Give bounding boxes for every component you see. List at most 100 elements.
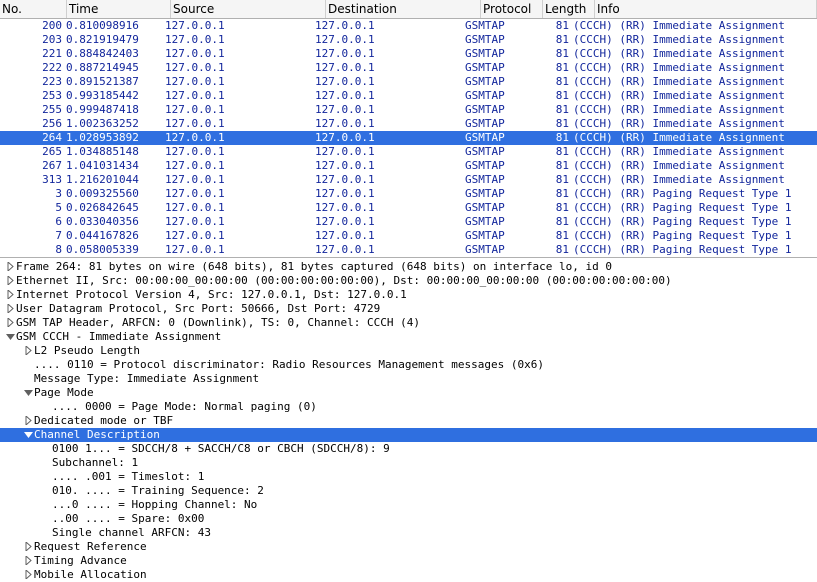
tree-item[interactable]: Timing Advance [0, 554, 817, 568]
tree-item-label: .... 0110 = Protocol discriminator: Radi… [34, 358, 544, 372]
tree-item[interactable]: Mobile Allocation [0, 568, 817, 582]
cell-dst: 127.0.0.1 [315, 75, 465, 89]
cell-info: (CCCH) (RR) Immediate Assignment [573, 117, 817, 131]
column-header-destination[interactable]: Destination [326, 0, 481, 18]
tree-item[interactable]: Ethernet II, Src: 00:00:00_00:00:00 (00:… [0, 274, 817, 288]
cell-src: 127.0.0.1 [165, 243, 315, 257]
packet-row[interactable]: 70.044167826127.0.0.1127.0.0.1GSMTAP81(C… [0, 229, 817, 243]
cell-time: 1.002363252 [66, 117, 165, 131]
cell-no: 223 [0, 75, 66, 89]
expander-open-icon[interactable] [22, 428, 34, 442]
cell-src: 127.0.0.1 [165, 145, 315, 159]
expander-closed-icon[interactable] [22, 554, 34, 568]
column-header-info[interactable]: Info [595, 0, 817, 18]
expander-closed-icon[interactable] [22, 414, 34, 428]
expander-closed-icon[interactable] [4, 288, 16, 302]
tree-item[interactable]: L2 Pseudo Length [0, 344, 817, 358]
packet-row[interactable]: 80.058005339127.0.0.1127.0.0.1GSMTAP81(C… [0, 243, 817, 257]
tree-item[interactable]: User Datagram Protocol, Src Port: 50666,… [0, 302, 817, 316]
cell-len: 81 [522, 117, 573, 131]
expander-closed-icon[interactable] [4, 260, 16, 274]
tree-item[interactable]: GSM TAP Header, ARFCN: 0 (Downlink), TS:… [0, 316, 817, 330]
tree-item[interactable]: Message Type: Immediate Assignment [0, 372, 817, 386]
expander-closed-icon[interactable] [22, 540, 34, 554]
cell-no: 8 [0, 243, 66, 257]
expander-open-icon[interactable] [4, 330, 16, 344]
packet-details-tree[interactable]: Frame 264: 81 bytes on wire (648 bits), … [0, 258, 817, 582]
cell-prot: GSMTAP [465, 61, 522, 75]
packet-row[interactable]: 3131.216201044127.0.0.1127.0.0.1GSMTAP81… [0, 173, 817, 187]
tree-item[interactable]: .... 0110 = Protocol discriminator: Radi… [0, 358, 817, 372]
packet-row[interactable]: 2220.887214945127.0.0.1127.0.0.1GSMTAP81… [0, 61, 817, 75]
column-header-source[interactable]: Source [171, 0, 326, 18]
cell-dst: 127.0.0.1 [315, 103, 465, 117]
tree-item[interactable]: ..00 .... = Spare: 0x00 [0, 512, 817, 526]
tree-item-label: 0100 1... = SDCCH/8 + SACCH/C8 or CBCH (… [52, 442, 390, 456]
cell-no: 253 [0, 89, 66, 103]
tree-item[interactable]: Dedicated mode or TBF [0, 414, 817, 428]
tree-item-label: 010. .... = Training Sequence: 2 [52, 484, 264, 498]
tree-item[interactable]: Page Mode [0, 386, 817, 400]
expander-closed-icon[interactable] [4, 274, 16, 288]
cell-info: (CCCH) (RR) Immediate Assignment [573, 19, 817, 33]
expander-closed-icon[interactable] [22, 344, 34, 358]
packet-row[interactable]: 60.033040356127.0.0.1127.0.0.1GSMTAP81(C… [0, 215, 817, 229]
column-header-no[interactable]: No. [0, 0, 67, 18]
tree-item[interactable]: Single channel ARFCN: 43 [0, 526, 817, 540]
tree-item[interactable]: .... 0000 = Page Mode: Normal paging (0) [0, 400, 817, 414]
expander-closed-icon[interactable] [4, 302, 16, 316]
packet-row[interactable]: 2641.028953892127.0.0.1127.0.0.1GSMTAP81… [0, 131, 817, 145]
column-header-protocol[interactable]: Protocol [481, 0, 543, 18]
cell-no: 267 [0, 159, 66, 173]
cell-src: 127.0.0.1 [165, 47, 315, 61]
expander-closed-icon[interactable] [4, 316, 16, 330]
cell-time: 0.884842403 [66, 47, 165, 61]
tree-item[interactable]: Request Reference [0, 540, 817, 554]
cell-dst: 127.0.0.1 [315, 47, 465, 61]
expander-open-icon[interactable] [22, 386, 34, 400]
cell-prot: GSMTAP [465, 75, 522, 89]
tree-item-label: User Datagram Protocol, Src Port: 50666,… [16, 302, 380, 316]
cell-len: 81 [522, 145, 573, 159]
tree-item[interactable]: .... .001 = Timeslot: 1 [0, 470, 817, 484]
tree-item[interactable]: ...0 .... = Hopping Channel: No [0, 498, 817, 512]
packet-row[interactable]: 2000.810098916127.0.0.1127.0.0.1GSMTAP81… [0, 19, 817, 33]
packet-row[interactable]: 2550.999487418127.0.0.1127.0.0.1GSMTAP81… [0, 103, 817, 117]
cell-no: 221 [0, 47, 66, 61]
cell-info: (CCCH) (RR) Immediate Assignment [573, 33, 817, 47]
packet-row[interactable]: 2651.034885148127.0.0.1127.0.0.1GSMTAP81… [0, 145, 817, 159]
cell-info: (CCCH) (RR) Paging Request Type 1 [573, 215, 817, 229]
packet-list-header: No. Time Source Destination Protocol Len… [0, 0, 817, 19]
packet-row[interactable]: 50.026842645127.0.0.1127.0.0.1GSMTAP81(C… [0, 201, 817, 215]
cell-no: 222 [0, 61, 66, 75]
column-header-length[interactable]: Length [543, 0, 595, 18]
column-header-time[interactable]: Time [67, 0, 171, 18]
tree-item[interactable]: GSM CCCH - Immediate Assignment [0, 330, 817, 344]
expander-closed-icon[interactable] [22, 568, 34, 582]
packet-row[interactable]: 2030.821919479127.0.0.1127.0.0.1GSMTAP81… [0, 33, 817, 47]
tree-item[interactable]: 010. .... = Training Sequence: 2 [0, 484, 817, 498]
packet-row[interactable]: 2561.002363252127.0.0.1127.0.0.1GSMTAP81… [0, 117, 817, 131]
packet-row[interactable]: 2530.993185442127.0.0.1127.0.0.1GSMTAP81… [0, 89, 817, 103]
packet-row[interactable]: 2230.891521387127.0.0.1127.0.0.1GSMTAP81… [0, 75, 817, 89]
cell-prot: GSMTAP [465, 229, 522, 243]
packet-row[interactable]: 30.009325560127.0.0.1127.0.0.1GSMTAP81(C… [0, 187, 817, 201]
cell-src: 127.0.0.1 [165, 131, 315, 145]
packet-row[interactable]: 2671.041031434127.0.0.1127.0.0.1GSMTAP81… [0, 159, 817, 173]
cell-src: 127.0.0.1 [165, 173, 315, 187]
tree-item[interactable]: Internet Protocol Version 4, Src: 127.0.… [0, 288, 817, 302]
packet-row[interactable]: 2210.884842403127.0.0.1127.0.0.1GSMTAP81… [0, 47, 817, 61]
packet-list[interactable]: No. Time Source Destination Protocol Len… [0, 0, 817, 258]
tree-item-label: Message Type: Immediate Assignment [34, 372, 259, 386]
cell-no: 265 [0, 145, 66, 159]
cell-prot: GSMTAP [465, 19, 522, 33]
cell-len: 81 [522, 103, 573, 117]
cell-len: 81 [522, 89, 573, 103]
tree-item[interactable]: Subchannel: 1 [0, 456, 817, 470]
tree-item-label: .... 0000 = Page Mode: Normal paging (0) [52, 400, 317, 414]
tree-item[interactable]: Channel Description [0, 428, 817, 442]
tree-item[interactable]: 0100 1... = SDCCH/8 + SACCH/C8 or CBCH (… [0, 442, 817, 456]
tree-item[interactable]: Frame 264: 81 bytes on wire (648 bits), … [0, 260, 817, 274]
cell-no: 6 [0, 215, 66, 229]
cell-src: 127.0.0.1 [165, 19, 315, 33]
